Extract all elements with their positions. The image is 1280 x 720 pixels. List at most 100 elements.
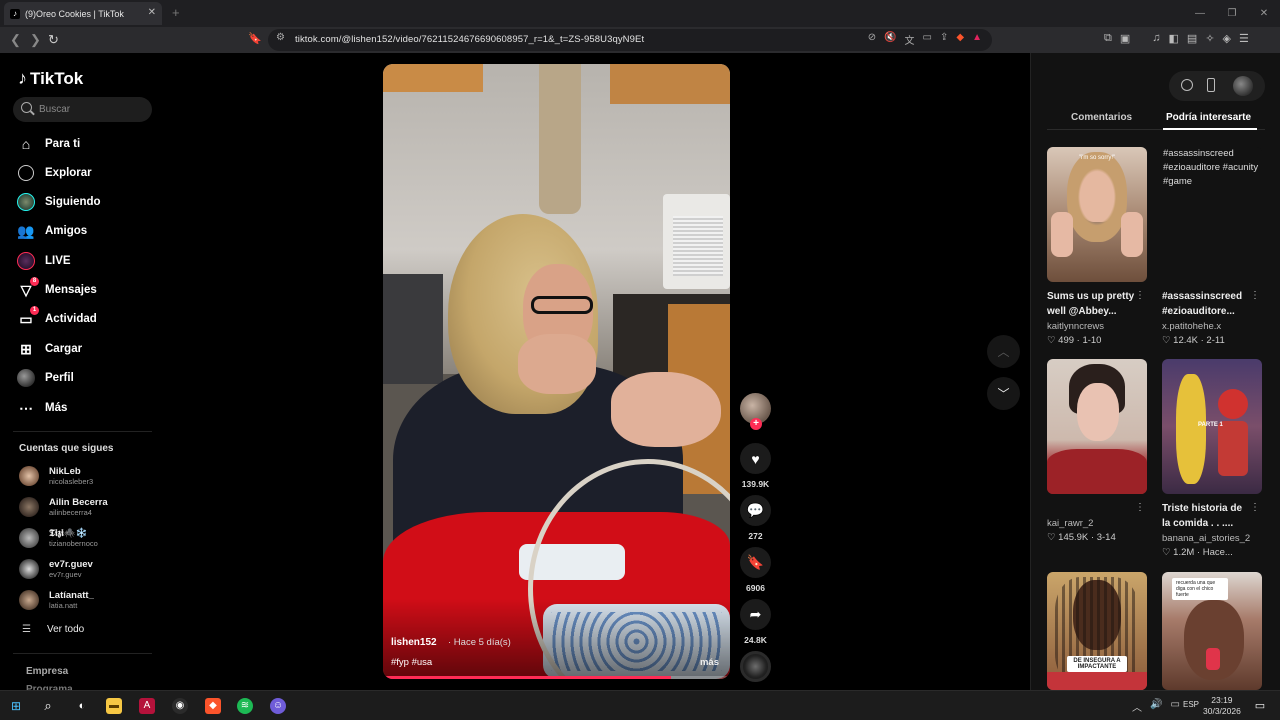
gift-icon[interactable] xyxy=(1181,79,1193,91)
media-icon[interactable]: ♫ xyxy=(1152,32,1160,45)
tab-comentarios[interactable]: Comentarios xyxy=(1071,112,1132,123)
followed-account[interactable]: ev7r.guev ev7r.guev xyxy=(19,556,93,582)
nav-perfil[interactable]: Perfil xyxy=(17,367,74,389)
no-audio-icon[interactable]: 🔇 xyxy=(884,32,896,47)
see-all-button[interactable]: ☰ Ver todo xyxy=(22,624,84,635)
recommended-video-card[interactable]: #assassinscreed #ezioauditore #acunity #… xyxy=(1162,147,1262,346)
video-thumbnail[interactable]: recuerda una que diga con el chico fuert… xyxy=(1162,572,1262,690)
search-input[interactable] xyxy=(39,101,147,118)
video-thumbnail[interactable]: DE INSEGURA A IMPACTANTE xyxy=(1047,572,1147,690)
nav-explorar[interactable]: Explorar xyxy=(17,162,92,184)
follow-plus-button[interactable]: + xyxy=(750,418,762,430)
tab-podria-interesarte[interactable]: Podría interesarte xyxy=(1166,112,1251,123)
language-indicator[interactable]: ESP xyxy=(1183,700,1199,709)
video-more-button[interactable]: más xyxy=(700,657,719,668)
user-avatar[interactable] xyxy=(1233,76,1253,96)
video-author[interactable]: lishen152 xyxy=(391,637,437,648)
nav-para-ti[interactable]: ⌂ Para ti xyxy=(17,133,80,155)
recommended-video-card[interactable]: recuerda una que diga con el chico fuert… xyxy=(1162,572,1262,690)
recommended-video-card[interactable]: ⋮ kai_rawr_2 ♡ 145.9K · 3-14 xyxy=(1047,359,1147,543)
address-bar[interactable]: ⚙ tiktok.com/@lishen152/video/7621152467… xyxy=(268,29,992,51)
wallet-icon[interactable]: ▤ xyxy=(1187,32,1197,45)
file-explorer-icon[interactable]: ▬ xyxy=(106,698,122,714)
phone-icon[interactable] xyxy=(1207,78,1215,92)
nav-live[interactable]: LIVE xyxy=(17,250,71,272)
nav-mas[interactable]: ⋯ Más xyxy=(17,397,67,419)
sidebar-toggle-icon[interactable]: ◧ xyxy=(1169,32,1179,45)
footer-link-empresa[interactable]: Empresa xyxy=(26,666,68,677)
back-icon[interactable]: ❮ xyxy=(10,32,21,48)
share-action[interactable]: ➦ 24.8K xyxy=(740,599,771,645)
tab-close-icon[interactable]: ✕ xyxy=(148,7,156,18)
browser-tab[interactable]: ♪ (9)Oreo Cookies | TikTok ✕ xyxy=(4,2,162,25)
video-thumbnail[interactable]: "i'm so sorry!" xyxy=(1047,147,1147,282)
cast-icon[interactable]: ▭ xyxy=(923,32,932,47)
nav-cargar[interactable]: ⊞ Cargar xyxy=(17,338,82,360)
comment-icon[interactable]: 💬 xyxy=(740,495,771,526)
recommended-video-card[interactable]: PARTE 1 ⋮ Triste historia de la comida .… xyxy=(1162,359,1262,558)
bookmark-icon[interactable]: 🔖 xyxy=(248,32,262,45)
brave-shield-icon[interactable]: ◆ xyxy=(956,32,964,47)
followed-account[interactable]: Latíanatt_ latia.natt xyxy=(19,587,94,613)
recommended-video-card[interactable]: DE INSEGURA A IMPACTANTE xyxy=(1047,572,1147,690)
save-action[interactable]: 🔖 6906 xyxy=(740,547,771,593)
site-settings-icon[interactable]: ⚙ xyxy=(276,32,285,43)
bookmark-icon[interactable]: 🔖 xyxy=(740,547,771,578)
network-icon[interactable]: ▭ xyxy=(1170,699,1179,714)
nav-amigos[interactable]: 👥 Amigos xyxy=(17,220,87,242)
url-text[interactable]: tiktok.com/@lishen152/video/762115246766… xyxy=(295,34,644,45)
more-options-icon[interactable]: ⋮ xyxy=(1250,290,1260,301)
video-progress-bar[interactable] xyxy=(383,676,730,679)
speaker-icon[interactable]: 🔊 xyxy=(1150,699,1162,714)
obs-icon[interactable]: ◉ xyxy=(172,698,188,714)
more-options-icon[interactable]: ⋮ xyxy=(1250,502,1260,513)
search-taskbar-icon[interactable]: ⌕ xyxy=(40,698,56,714)
next-video-button[interactable]: ﹀ xyxy=(987,377,1020,410)
forward-icon[interactable]: ❯ xyxy=(30,32,41,48)
brave-browser-icon[interactable]: ◆ xyxy=(205,698,221,714)
comment-action[interactable]: 💬 272 xyxy=(740,495,771,541)
video-thumbnail[interactable]: #assassinscreed #ezioauditore #acunity #… xyxy=(1162,147,1262,282)
reload-icon[interactable]: ↻ xyxy=(48,32,59,48)
like-action[interactable]: ♥ 139.9K xyxy=(740,443,771,489)
more-options-icon[interactable]: ⋮ xyxy=(1135,502,1145,513)
translate-icon[interactable]: 文 xyxy=(905,32,915,47)
minimize-button[interactable]: — xyxy=(1184,0,1216,27)
more-options-icon[interactable]: ⋮ xyxy=(1135,290,1145,301)
clock[interactable]: 23:19 30/3/2026 xyxy=(1203,695,1241,717)
video-thumbnail[interactable]: PARTE 1 xyxy=(1162,359,1262,494)
spotify-icon[interactable]: ≋ xyxy=(237,698,253,714)
extensions-icon[interactable]: ⧉ xyxy=(1104,32,1112,45)
video-hashtags[interactable]: #fyp #usa xyxy=(391,657,432,668)
music-disc-icon[interactable] xyxy=(740,651,771,682)
menu-icon[interactable]: ☰ xyxy=(1239,32,1249,45)
followed-account[interactable]: Ailin Becerra ailinbecerra4 xyxy=(19,494,108,520)
share-arrow-icon[interactable]: ➦ xyxy=(740,599,771,630)
share-icon[interactable]: ⇪ xyxy=(940,32,948,47)
notifications-icon[interactable]: ▭ xyxy=(1252,698,1268,714)
close-window-button[interactable]: ✕ xyxy=(1248,0,1280,27)
nav-mensajes[interactable]: ▽ 8 Mensajes xyxy=(17,277,97,301)
no-eye-icon[interactable]: ⊘ xyxy=(868,32,876,47)
nav-siguiendo[interactable]: Siguiendo xyxy=(17,191,101,213)
search-box[interactable] xyxy=(13,97,152,122)
nav-actividad[interactable]: ▭ 1 Actividad xyxy=(17,306,97,330)
video-thumbnail[interactable] xyxy=(1047,359,1147,494)
sidebar-panel-icon[interactable]: ▣ xyxy=(1120,32,1130,45)
recommended-video-card[interactable]: "i'm so sorry!" ⋮ Sums us up pretty well… xyxy=(1047,147,1147,346)
windows-start-icon[interactable]: ⊞ xyxy=(8,698,24,714)
maximize-button[interactable]: ❐ xyxy=(1216,0,1248,27)
chevron-up-icon[interactable]: ︿ xyxy=(1132,699,1142,714)
tiktok-logo[interactable]: ♪ TikTok xyxy=(18,68,83,89)
leo-ai-icon[interactable]: ✧ xyxy=(1205,32,1214,45)
previous-video-button[interactable]: ︿ xyxy=(987,335,1020,368)
adobe-icon[interactable]: A xyxy=(139,698,155,714)
vpn-icon[interactable]: ◈ xyxy=(1223,32,1231,45)
discord-icon[interactable]: ☺ xyxy=(270,698,286,714)
copilot-icon[interactable]: ◐ xyxy=(74,698,90,714)
followed-account[interactable]: 𝕿𝖎𝖟𝖎🕷️❄️ tizianobernoco xyxy=(19,525,98,551)
followed-account[interactable]: NikLeb nicolasleber3 xyxy=(19,463,93,489)
new-tab-button[interactable]: + xyxy=(172,5,180,20)
video-player[interactable]: lishen152 · Hace 5 día(s) #fyp #usa más xyxy=(383,64,730,679)
brave-rewards-icon[interactable]: ▲ xyxy=(972,32,982,47)
